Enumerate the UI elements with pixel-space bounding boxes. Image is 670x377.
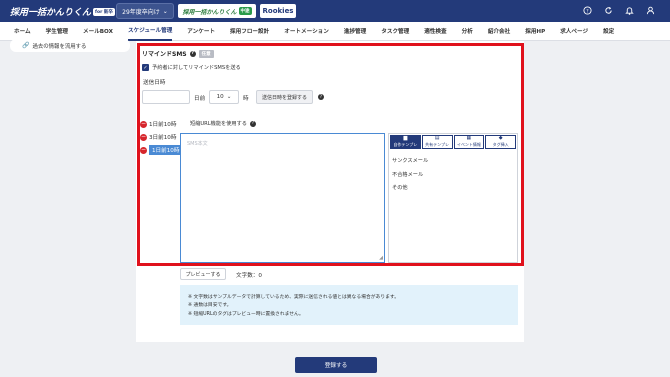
help-icon[interactable]: ? (582, 5, 593, 16)
hour-unit-label: 時 (243, 96, 249, 102)
short-url-label: 短縮URL機能を使用する (190, 121, 247, 127)
kanri-tag: 中途 (238, 7, 252, 15)
day-tab-1[interactable]: − 1日前10時 (140, 119, 176, 129)
rookies-logo[interactable]: Rookies (260, 4, 296, 18)
remind-sms-title-text: リマインドSMS (142, 51, 187, 58)
rookies-logo-text: Rookies (262, 7, 294, 15)
note-line: ※ 文字数はサンプルデータで計算しているため、実際に送信される値とは異なる場合が… (188, 294, 400, 300)
remind-sms-title: リマインドSMS ? 任意 (142, 49, 214, 58)
chevron-down-icon: ⌄ (162, 7, 168, 15)
tab-shared-templates-label: 共有テンプレ (425, 142, 450, 147)
tab-insert-tag-label: タグ挿入 (492, 142, 509, 147)
tab-insert-tag[interactable]: ◆ タグ挿入 (485, 135, 516, 149)
header-icons: ? (582, 5, 656, 16)
remove-icon[interactable]: − (140, 133, 147, 141)
nav-item-job-page[interactable]: 求人ページ (560, 22, 588, 41)
tab-own-templates[interactable]: ▆ 自作テンプレ (390, 135, 421, 149)
nav-item-home[interactable]: ホーム (14, 22, 31, 41)
brand-logo[interactable]: 採用一括かんりくん for 新卒 (10, 5, 115, 18)
day-tab-3[interactable]: − 1日前10時 (140, 145, 183, 155)
remove-icon[interactable]: − (140, 146, 147, 154)
register-send-time-button[interactable]: 送信日時を登録する (256, 90, 313, 104)
tab-shared-templates[interactable]: ▤ 共有テンプレ (421, 135, 453, 149)
kanri-logo[interactable]: 採用一括かんりくん 中途 (178, 4, 256, 18)
tab-own-templates-label: 自作テンプレ (393, 142, 418, 147)
kanri-logo-text: 採用一括かんりくん (182, 8, 237, 16)
tab-event-info[interactable]: ▦ イベント情報 (453, 135, 485, 149)
note-line: ※ 通数は目安です。 (188, 303, 232, 309)
tag-icon: ◆ (498, 135, 503, 141)
year-select[interactable]: 29年度卒向け ⌄ (116, 3, 174, 19)
sms-body-textarea[interactable]: SMS本文 ◢ (180, 133, 385, 263)
nav-item-flow[interactable]: 採用フロー設計 (230, 22, 269, 41)
char-count: 文字数：0 (236, 273, 262, 279)
refresh-icon[interactable] (603, 5, 614, 16)
remind-checkbox-row[interactable]: ✓ 予約者に対してリマインドSMSを送る (142, 64, 241, 71)
sms-placeholder: SMS本文 (187, 141, 208, 147)
calendar-icon: ▦ (466, 135, 472, 141)
preview-button[interactable]: プレビューする (180, 268, 226, 280)
template-item[interactable]: サンクスメール (392, 154, 516, 168)
top-header: 採用一括かんりくん for 新卒 (0, 0, 670, 22)
chevron-down-icon: ⌄ (226, 94, 232, 100)
user-icon[interactable] (645, 5, 656, 16)
help-icon[interactable]: ? (318, 94, 324, 100)
nav-item-mailbox[interactable]: メールBOX (83, 22, 113, 41)
year-select-value: 29年度卒向け (122, 8, 160, 16)
help-icon[interactable]: ? (189, 50, 196, 57)
nav-item-aptitude[interactable]: 適性検査 (424, 22, 446, 41)
brand-main: 採用一括かんりくん (10, 7, 92, 18)
hour-select[interactable]: 10 ⌄ (209, 90, 239, 104)
optional-badge: 任意 (198, 49, 214, 58)
past-info-link-label: 過去の情報を流用する (32, 43, 87, 50)
template-panel: ▆ 自作テンプレ ▤ 共有テンプレ ▦ イベント情報 ◆ タグ挿入 サンクスメー… (388, 133, 518, 263)
nav-item-survey[interactable]: アンケート (187, 22, 215, 41)
remove-icon[interactable]: − (140, 120, 147, 128)
tab-event-info-label: イベント情報 (456, 142, 481, 147)
nav-item-recruit-hp[interactable]: 採用HP (525, 22, 545, 41)
help-icon[interactable]: ? (249, 120, 256, 127)
nav-item-settings[interactable]: 設定 (603, 22, 614, 41)
template-tabs: ▆ 自作テンプレ ▤ 共有テンプレ ▦ イベント情報 ◆ タグ挿入 (389, 134, 517, 150)
template-item[interactable]: 不合格メール (392, 168, 516, 182)
nav-item-analysis[interactable]: 分析 (462, 22, 473, 41)
nav-item-automation[interactable]: オートメーション (284, 22, 329, 41)
template-item[interactable]: その他 (392, 181, 516, 195)
checkbox-checked-icon[interactable]: ✓ (142, 64, 149, 71)
notes-box: ※ 文字数はサンプルデータで計算しているため、実際に送信される値とは異なる場合が… (180, 285, 518, 325)
brand-sub: for 新卒 (93, 8, 115, 16)
short-url-option[interactable]: 短縮URL機能を使用する ? (190, 120, 256, 127)
day-tab-2[interactable]: − 3日前10時 (140, 132, 176, 142)
send-datetime-label: 送信日時 (143, 80, 166, 86)
days-before-input[interactable] (142, 90, 190, 104)
day-tab-label: 1日前10時 (149, 145, 183, 155)
nav-item-agencies[interactable]: 紹介会社 (488, 22, 510, 41)
past-info-link[interactable]: 🔗 過去の情報を流用する (10, 39, 130, 52)
nav-item-tasks[interactable]: タスク管理 (381, 22, 409, 41)
day-tab-label: 1日前10時 (149, 122, 177, 128)
day-tab-label: 3日前10時 (149, 135, 177, 141)
bell-icon[interactable] (624, 5, 635, 16)
hour-select-value: 10 (216, 94, 224, 100)
days-unit-label: 日前 (194, 96, 206, 102)
nav-item-students[interactable]: 学生管理 (46, 22, 68, 41)
link-icon: 🔗 (22, 42, 30, 49)
remind-checkbox-label: 予約者に対してリマインドSMSを送る (152, 65, 241, 71)
resize-grip-icon[interactable]: ◢ (379, 255, 383, 261)
book-icon: ▤ (434, 135, 440, 141)
template-list: サンクスメール 不合格メール その他 (392, 154, 516, 195)
nav-item-progress[interactable]: 進捗管理 (344, 22, 366, 41)
submit-button[interactable]: 登録する (295, 357, 377, 373)
folder-icon: ▆ (403, 135, 408, 141)
nav-item-schedule[interactable]: スケジュール管理 (127, 22, 173, 41)
note-line: ※ 短縮URLのタグはプレビュー時に置換されません。 (188, 311, 304, 317)
